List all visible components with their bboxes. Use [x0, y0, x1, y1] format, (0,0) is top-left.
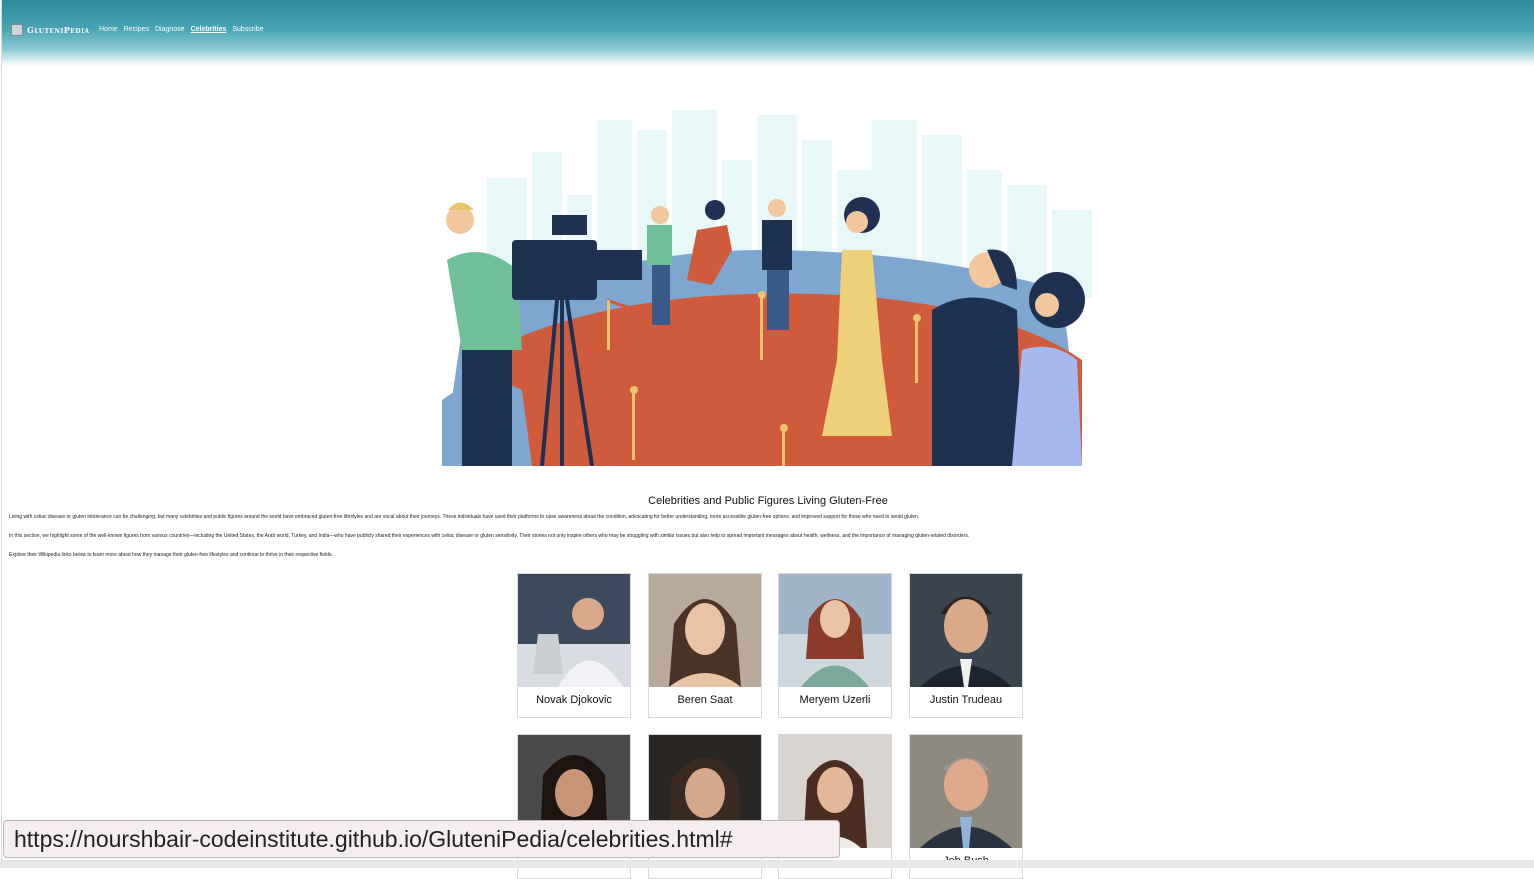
celebrity-name: Meryem Uzerli	[799, 694, 871, 706]
navbar: GluteniPedia Home Recipes Diagnose Celeb…	[2, 0, 1534, 66]
intro-paragraph-2: In this section, we highlight some of th…	[9, 533, 970, 539]
celebrity-card-meryem-uzerli[interactable]: Meryem Uzerli	[778, 573, 892, 718]
celebrity-photo	[910, 735, 1022, 848]
intro-paragraph-3: Explore their Wikipedia links below to l…	[9, 552, 333, 558]
celebrity-photo	[910, 574, 1022, 687]
celebrity-card-justin-trudeau[interactable]: Justin Trudeau	[909, 573, 1023, 718]
browser-status-url: https://nourshbair-codeinstitute.github.…	[3, 820, 840, 858]
celebrity-photo	[779, 574, 891, 687]
celebrity-card-novak-djokovic[interactable]: Novak Djokovic	[517, 573, 631, 718]
hero-illustration	[442, 110, 1092, 466]
nav-link-home[interactable]: Home	[99, 26, 118, 33]
celebrity-card-jeb-bush[interactable]: Jeb Bush	[909, 734, 1023, 879]
celebrity-name: Justin Trudeau	[929, 694, 1003, 706]
celebrity-photo	[649, 574, 761, 687]
intro-paragraph-1: Living with celiac disease or gluten int…	[9, 514, 920, 520]
nav-link-diagnose[interactable]: Diagnose	[155, 26, 185, 33]
celebrity-card-beren-saat[interactable]: Beren Saat	[648, 573, 762, 718]
celebrity-name: Novak Djokovic	[536, 694, 612, 706]
brand-link[interactable]: GluteniPedia	[11, 24, 90, 36]
window-bottom-strip	[0, 860, 1534, 868]
nav-link-subscribe[interactable]: Subscribe	[232, 26, 263, 33]
nav-links: Home Recipes Diagnose Celebrities Subscr…	[99, 26, 264, 33]
nav-link-recipes[interactable]: Recipes	[124, 26, 149, 33]
section-title: Celebrities and Public Figures Living Gl…	[648, 495, 888, 507]
logo-icon	[11, 24, 23, 36]
page: GluteniPedia Home Recipes Diagnose Celeb…	[1, 0, 1534, 879]
brand-name: GluteniPedia	[27, 25, 90, 35]
nav-link-celebrities[interactable]: Celebrities	[191, 26, 227, 33]
celebrity-photo	[518, 574, 630, 687]
celebrity-name: Beren Saat	[677, 694, 733, 706]
